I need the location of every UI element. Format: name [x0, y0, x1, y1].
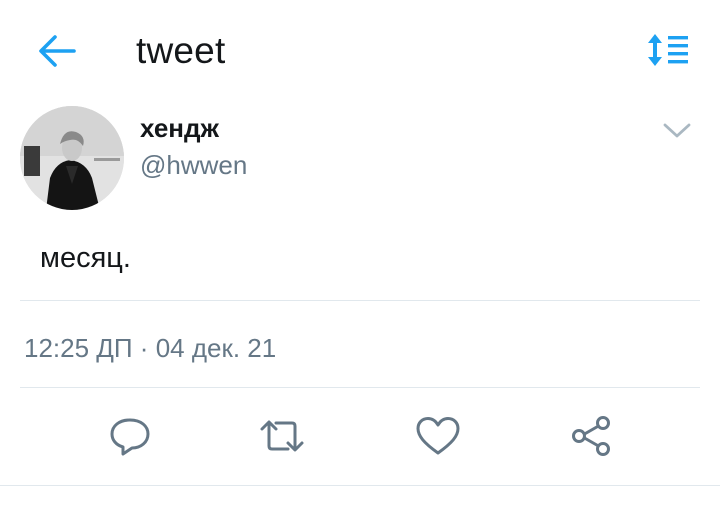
sort-icon: [648, 34, 688, 66]
user-handle[interactable]: @hwwen: [140, 150, 247, 181]
divider: [0, 485, 720, 486]
heart-icon: [416, 417, 460, 455]
retweet-button[interactable]: [258, 414, 306, 458]
reply-button[interactable]: [106, 414, 154, 458]
more-options-button[interactable]: [660, 118, 694, 142]
reply-icon: [110, 418, 150, 456]
avatar[interactable]: [20, 106, 124, 210]
tweet-timestamp: 12:25 ДП · 04 дек. 21: [24, 333, 277, 363]
top-bar: tweet: [0, 0, 720, 100]
divider: [20, 300, 700, 301]
sort-button[interactable]: [644, 32, 690, 68]
profile-photo: [20, 106, 124, 210]
display-name[interactable]: хендж: [140, 113, 219, 144]
divider: [20, 387, 700, 388]
back-button[interactable]: [36, 32, 78, 70]
page-title: tweet: [136, 30, 226, 71]
tweet-text: месяц.: [40, 242, 131, 274]
chevron-down-icon: [663, 123, 691, 138]
share-button[interactable]: [568, 414, 616, 458]
like-button[interactable]: [414, 414, 462, 458]
retweet-icon: [260, 420, 304, 452]
share-icon: [572, 416, 610, 456]
arrow-left-icon: [39, 35, 76, 67]
